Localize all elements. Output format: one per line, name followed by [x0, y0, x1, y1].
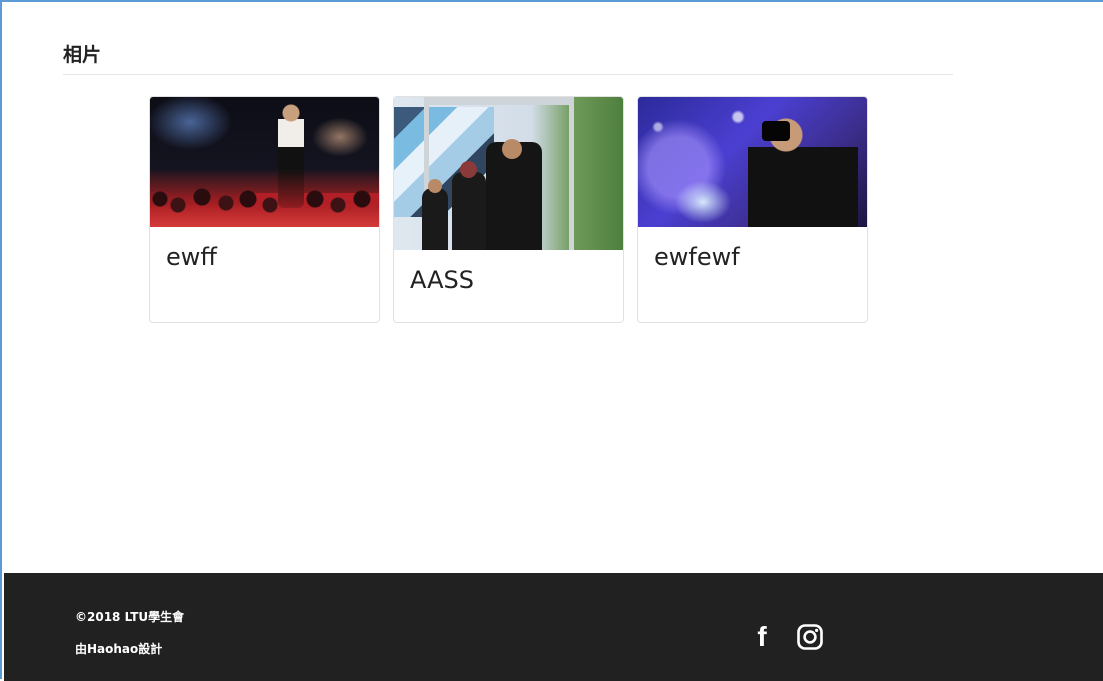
person-head-shape: [502, 139, 522, 159]
person-head-shape: [428, 179, 442, 193]
footer: [4, 573, 1103, 681]
facebook-icon[interactable]: f: [752, 621, 772, 652]
instagram-icon[interactable]: [795, 622, 825, 652]
section-divider: [63, 74, 953, 75]
footer-designer-credit: 由Haohao設計: [75, 642, 163, 656]
person-shape: [452, 172, 486, 250]
album-photo-2[interactable]: [394, 97, 623, 250]
album-title-1[interactable]: ewff: [166, 243, 217, 271]
page-frame: 相片 ewff AASS ewfewf ©2018 LTU學生會 由Haohao…: [0, 0, 1103, 681]
section-title: 相片: [63, 44, 102, 66]
album-photo-1[interactable]: [150, 97, 379, 227]
camera-shape: [762, 121, 790, 141]
album-card-2[interactable]: AASS: [393, 96, 624, 323]
album-card-1[interactable]: ewff: [149, 96, 380, 323]
album-card-3[interactable]: ewfewf: [637, 96, 868, 323]
album-title-2[interactable]: AASS: [410, 266, 474, 294]
album-title-3[interactable]: ewfewf: [654, 243, 740, 271]
footer-copyright: ©2018 LTU學生會: [75, 610, 185, 624]
person-head-shape: [460, 161, 477, 178]
crowd-shape: [150, 169, 379, 227]
album-photo-3[interactable]: [638, 97, 867, 227]
person-shape: [422, 188, 448, 250]
